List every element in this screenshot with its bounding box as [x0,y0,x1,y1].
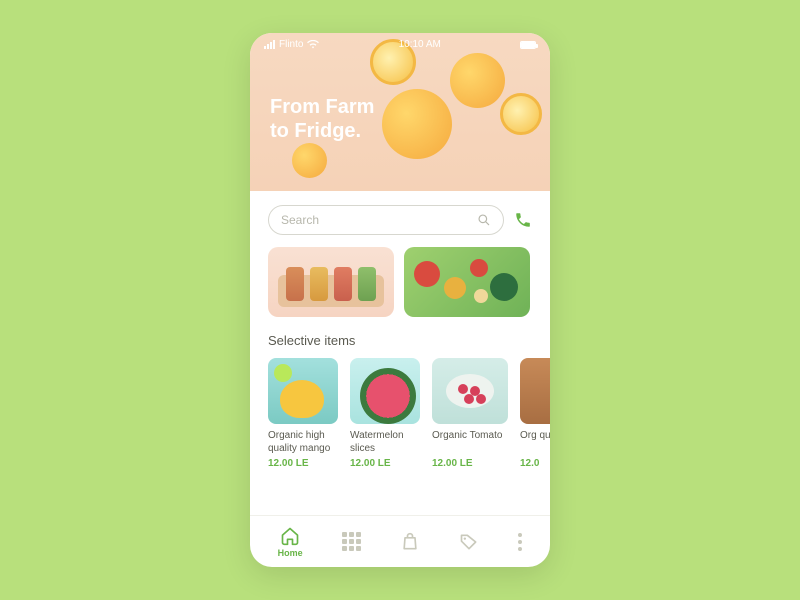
status-bar: Flinto 10:10 AM [250,39,550,50]
product-price: 12.00 LE [432,458,508,469]
section-title: Selective items [250,331,550,358]
hero-fruit-decor [292,143,327,178]
product-image [520,358,550,424]
search-row: Search [250,191,550,247]
product-name: Organic Tomato [432,430,508,455]
tab-more[interactable] [518,533,522,551]
product-image [350,358,420,424]
product-name: Org qua [520,430,550,455]
product-name: Organic high quality mango [268,430,338,455]
product-card[interactable]: Org qua 12.0 [520,358,550,469]
battery-icon [520,41,536,49]
signal-icon [264,40,275,49]
phone-icon[interactable] [514,211,532,229]
product-card[interactable]: Organic high quality mango 12.00 LE [268,358,338,469]
product-name: Watermelon slices [350,430,420,455]
tab-home[interactable]: Home [278,526,303,558]
home-icon [280,526,300,546]
hero-fruit-decor [382,89,452,159]
hero-fruit-decor [500,93,542,135]
search-icon [477,213,491,227]
product-price: 12.00 LE [268,458,338,469]
search-input[interactable]: Search [268,205,504,235]
carrier-label: Flinto [279,39,303,50]
tab-categories[interactable] [342,532,361,551]
category-card[interactable] [268,247,394,317]
items-row[interactable]: Organic high quality mango 12.00 LE Wate… [250,358,550,469]
tab-label: Home [278,548,303,558]
tab-deals[interactable] [459,532,479,552]
product-card[interactable]: Organic Tomato 12.00 LE [432,358,508,469]
tab-bar: Home [250,515,550,567]
product-price: 12.00 LE [350,458,420,469]
search-placeholder: Search [281,213,319,227]
hero-fruit-decor [450,53,505,108]
product-image [432,358,508,424]
bag-icon [400,532,420,552]
clock-label: 10:10 AM [399,39,441,50]
hero-banner: Flinto 10:10 AM From Farm to Fridge. [250,33,550,191]
phone-frame: Flinto 10:10 AM From Farm to Fridge. Sea… [250,33,550,567]
category-row[interactable] [250,247,550,331]
grid-icon [342,532,361,551]
category-card[interactable] [404,247,530,317]
tab-cart[interactable] [400,532,420,552]
product-price: 12.0 [520,458,550,469]
tag-icon [459,532,479,552]
more-icon [518,533,522,551]
wifi-icon [307,40,319,49]
hero-title: From Farm to Fridge. [270,95,374,143]
product-image [268,358,338,424]
product-card[interactable]: Watermelon slices 12.00 LE [350,358,420,469]
